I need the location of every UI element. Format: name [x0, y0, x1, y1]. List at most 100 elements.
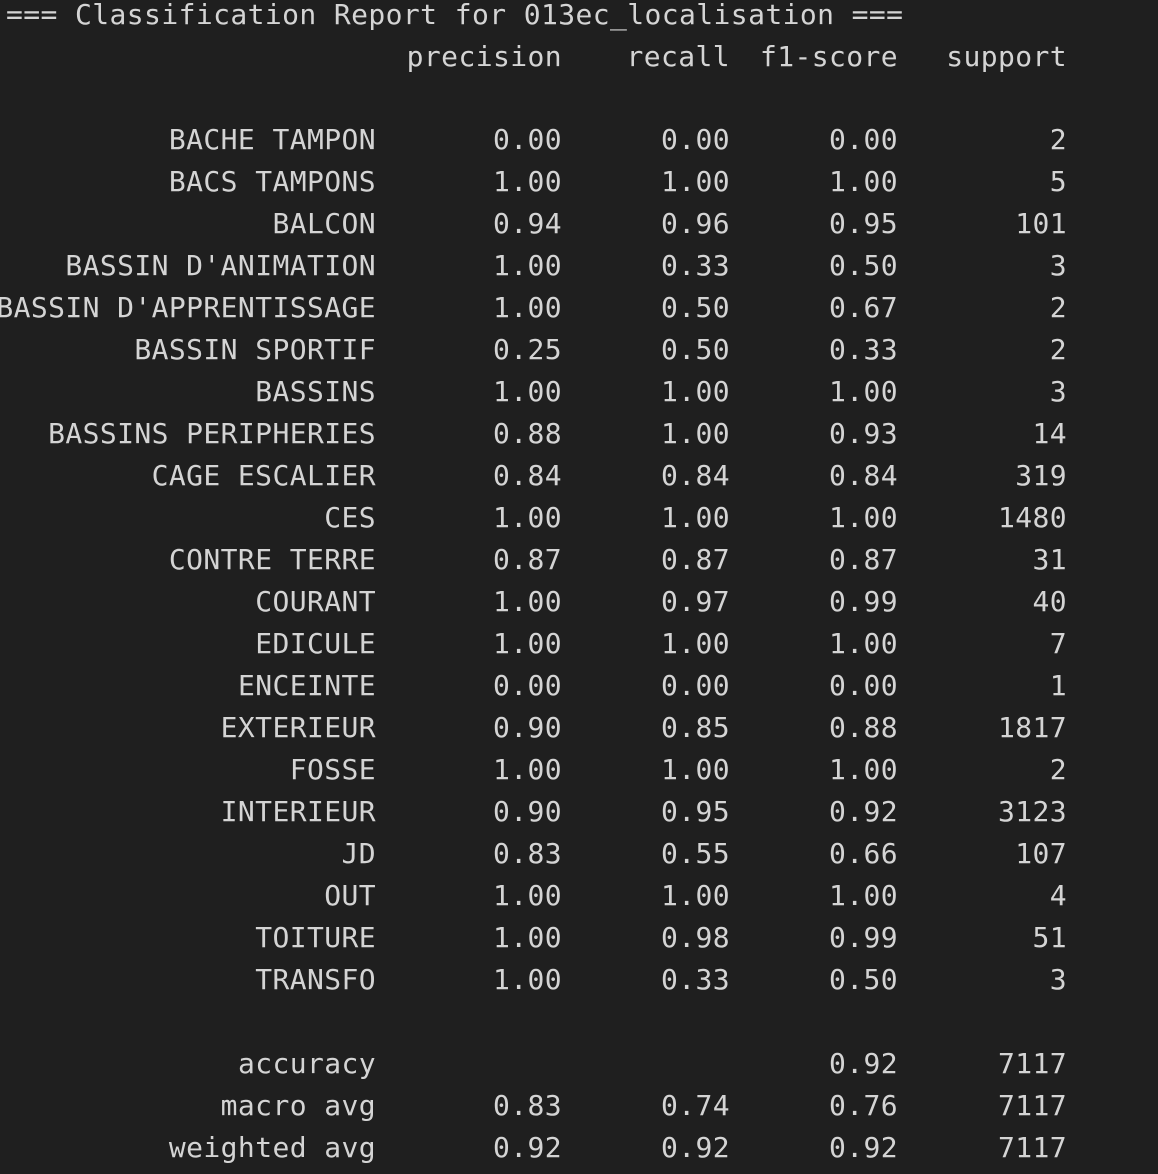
- row-recall: 0.74: [660, 1089, 730, 1122]
- row-support: 101: [1015, 207, 1067, 240]
- row-recall: 0.55: [660, 837, 730, 870]
- row-support: 2: [1049, 291, 1067, 324]
- row-support: 2: [1049, 333, 1067, 366]
- row-recall: 0.95: [660, 795, 730, 828]
- row-f1-score: 1.00: [828, 165, 898, 198]
- row-support: 7117: [997, 1131, 1067, 1164]
- row-label: macro avg: [220, 1089, 376, 1122]
- row-recall: 0.97: [660, 585, 730, 618]
- row-recall: 0.50: [660, 333, 730, 366]
- table-row: FOSSE 1.00 1.00 1.00 2: [0, 749, 1158, 791]
- table-row: CAGE ESCALIER 0.84 0.84 0.84 319: [0, 455, 1158, 497]
- row-f1-score: 0.88: [828, 711, 898, 744]
- row-precision: 1.00: [492, 501, 562, 534]
- table-row: INTERIEUR 0.90 0.95 0.92 3123: [0, 791, 1158, 833]
- header-support: support: [946, 40, 1067, 73]
- row-label: EXTERIEUR: [220, 711, 376, 744]
- row-support: 3123: [997, 795, 1067, 828]
- header-f1-score: f1-score: [759, 40, 898, 73]
- table-row: BASSIN D'ANIMATION 1.00 0.33 0.50 3: [0, 245, 1158, 287]
- table-row: CES 1.00 1.00 1.00 1480: [0, 497, 1158, 539]
- table-row: BASSIN SPORTIF 0.25 0.50 0.33 2: [0, 329, 1158, 371]
- row-f1-score: 1.00: [828, 753, 898, 786]
- row-precision: 0.87: [492, 543, 562, 576]
- row-support: 319: [1015, 459, 1067, 492]
- row-f1-score: 0.95: [828, 207, 898, 240]
- row-precision: 0.25: [492, 333, 562, 366]
- row-label: COURANT: [255, 585, 376, 618]
- row-label: BASSIN D'APPRENTISSAGE: [0, 291, 376, 324]
- row-precision: 0.00: [492, 123, 562, 156]
- column-header-row: precision recall f1-score support: [0, 36, 1158, 78]
- row-label: FOSSE: [289, 753, 376, 786]
- row-precision: 0.00: [492, 669, 562, 702]
- row-label: ENCEINTE: [237, 669, 376, 702]
- row-recall: 1.00: [660, 417, 730, 450]
- row-recall: 1.00: [660, 165, 730, 198]
- row-support: 40: [1032, 585, 1067, 618]
- row-f1-score: 1.00: [828, 627, 898, 660]
- row-support: 3: [1049, 249, 1067, 282]
- terminal-output: === Classification Report for 013ec_loca…: [0, 0, 1158, 1174]
- row-support: 107: [1015, 837, 1067, 870]
- row-f1-score: 1.00: [828, 375, 898, 408]
- row-f1-score: 0.50: [828, 963, 898, 996]
- table-row: COURANT 1.00 0.97 0.99 40: [0, 581, 1158, 623]
- row-f1-score: 1.00: [828, 501, 898, 534]
- table-row: TRANSFO 1.00 0.33 0.50 3: [0, 959, 1158, 1001]
- row-label: BASSINS: [255, 375, 376, 408]
- row-support: 5: [1049, 165, 1067, 198]
- row-f1-score: 0.92: [828, 1047, 898, 1080]
- row-precision: 1.00: [492, 921, 562, 954]
- row-precision: 0.94: [492, 207, 562, 240]
- table-row: BASSIN D'APPRENTISSAGE 1.00 0.50 0.67 2: [0, 287, 1158, 329]
- row-label: BACS TAMPONS: [168, 165, 376, 198]
- row-support: 51: [1032, 921, 1067, 954]
- row-label: JD: [341, 837, 376, 870]
- row-precision: 0.92: [492, 1131, 562, 1164]
- row-f1-score: 0.66: [828, 837, 898, 870]
- row-support: 7117: [997, 1089, 1067, 1122]
- row-support: 3: [1049, 963, 1067, 996]
- header-recall: recall: [626, 40, 730, 73]
- row-precision: 0.83: [492, 1089, 562, 1122]
- report-title: === Classification Report for 013ec_loca…: [6, 0, 904, 31]
- row-f1-score: 0.99: [828, 921, 898, 954]
- summary-row-macro-avg: macro avg 0.83 0.74 0.76 7117: [0, 1085, 1158, 1127]
- row-recall: 0.92: [660, 1131, 730, 1164]
- row-precision: 1.00: [492, 291, 562, 324]
- row-label: BASSIN D'ANIMATION: [65, 249, 376, 282]
- row-support: 1480: [997, 501, 1067, 534]
- row-recall: 0.33: [660, 963, 730, 996]
- row-f1-score: 0.84: [828, 459, 898, 492]
- table-row: BASSINS 1.00 1.00 1.00 3: [0, 371, 1158, 413]
- row-f1-score: 0.67: [828, 291, 898, 324]
- summary-row-accuracy: accuracy 0.92 7117: [0, 1043, 1158, 1085]
- row-f1-score: 0.33: [828, 333, 898, 366]
- row-precision: 0.90: [492, 795, 562, 828]
- row-support: 14: [1032, 417, 1067, 450]
- row-recall: 0.96: [660, 207, 730, 240]
- row-f1-score: 0.87: [828, 543, 898, 576]
- row-label: weighted avg: [168, 1131, 376, 1164]
- row-recall: 0.85: [660, 711, 730, 744]
- row-precision: 1.00: [492, 963, 562, 996]
- row-recall: 0.00: [660, 123, 730, 156]
- row-f1-score: 0.92: [828, 1131, 898, 1164]
- row-label: INTERIEUR: [220, 795, 376, 828]
- row-recall: 1.00: [660, 627, 730, 660]
- row-support: 4: [1049, 879, 1067, 912]
- row-label: EDICULE: [255, 627, 376, 660]
- row-recall: 0.98: [660, 921, 730, 954]
- row-support: 7117: [997, 1047, 1067, 1080]
- table-row: OUT 1.00 1.00 1.00 4: [0, 875, 1158, 917]
- header-precision: precision: [406, 40, 562, 73]
- row-f1-score: 0.93: [828, 417, 898, 450]
- row-label: CAGE ESCALIER: [151, 459, 376, 492]
- row-precision: 1.00: [492, 879, 562, 912]
- row-label: CES: [324, 501, 376, 534]
- row-recall: 0.84: [660, 459, 730, 492]
- row-recall: 1.00: [660, 879, 730, 912]
- row-support: 2: [1049, 123, 1067, 156]
- row-f1-score: 1.00: [828, 879, 898, 912]
